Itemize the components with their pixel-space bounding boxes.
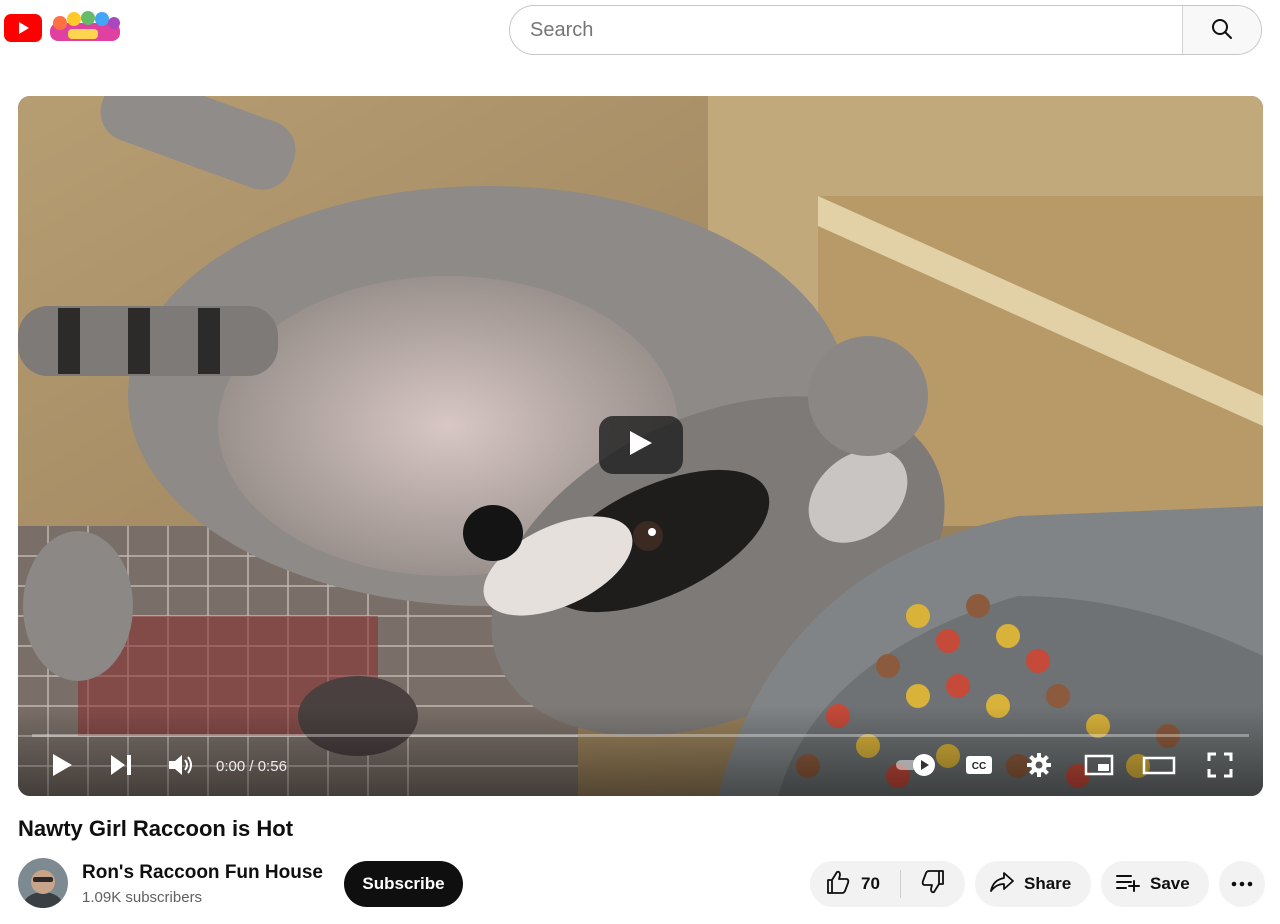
controls-gradient: [18, 706, 1263, 796]
save-icon: [1115, 870, 1141, 899]
search-input[interactable]: [510, 6, 1182, 54]
dislike-icon: [920, 869, 946, 900]
time-display: 0:00 / 0:56: [216, 758, 287, 775]
more-actions-button[interactable]: [1219, 861, 1265, 907]
video-player[interactable]: 0:00 / 0:56 CC: [18, 96, 1263, 796]
dislike-button[interactable]: [901, 861, 965, 907]
large-play-button[interactable]: [599, 416, 683, 474]
youtube-kids-logo[interactable]: [46, 9, 124, 45]
like-dislike-group: 70: [810, 861, 965, 907]
like-count: 70: [861, 874, 880, 893]
volume-button[interactable]: [164, 749, 198, 785]
share-button[interactable]: Share: [975, 861, 1091, 907]
total-time: 0:56: [257, 758, 287, 775]
save-button[interactable]: Save: [1101, 861, 1209, 907]
miniplayer-button[interactable]: [1082, 749, 1116, 785]
search-bar: [509, 5, 1262, 55]
subscriber-count: 1.09K subscribers: [82, 889, 203, 906]
like-button[interactable]: 70: [810, 861, 900, 907]
channel-name[interactable]: Ron's Raccoon Fun House: [82, 862, 323, 884]
save-label: Save: [1150, 874, 1190, 893]
theater-icon: [1142, 753, 1176, 782]
current-time: 0:00: [216, 758, 246, 775]
miniplayer-icon: [1084, 753, 1114, 782]
fullscreen-icon: [1207, 752, 1233, 783]
fullscreen-button[interactable]: [1204, 749, 1236, 785]
search-button[interactable]: [1182, 6, 1261, 54]
share-label: Share: [1024, 874, 1072, 893]
share-icon: [989, 870, 1015, 899]
channel-avatar[interactable]: [18, 858, 68, 908]
header: [0, 0, 1280, 60]
subscribe-button[interactable]: Subscribe: [344, 861, 463, 907]
autoplay-toggle-icon: [894, 753, 938, 782]
time-separator: /: [245, 758, 258, 775]
settings-icon: [1026, 752, 1052, 783]
next-icon: [109, 754, 133, 781]
more-icon: [1230, 875, 1254, 893]
next-button[interactable]: [106, 749, 136, 785]
search-icon: [1210, 17, 1234, 44]
captions-icon: CC: [964, 753, 994, 782]
video-title: Nawty Girl Raccoon is Hot: [18, 816, 294, 841]
theater-mode-button[interactable]: [1140, 749, 1178, 785]
play-button[interactable]: [46, 749, 78, 785]
play-icon: [628, 429, 654, 462]
svg-text:CC: CC: [972, 761, 986, 772]
settings-button[interactable]: [1022, 749, 1056, 785]
play-icon: [51, 753, 73, 782]
progress-bar[interactable]: [32, 734, 1249, 737]
youtube-logo[interactable]: [4, 14, 42, 42]
captions-button[interactable]: CC: [962, 749, 996, 785]
autoplay-toggle[interactable]: [892, 749, 940, 785]
volume-icon: [167, 753, 195, 782]
like-icon: [825, 869, 851, 900]
